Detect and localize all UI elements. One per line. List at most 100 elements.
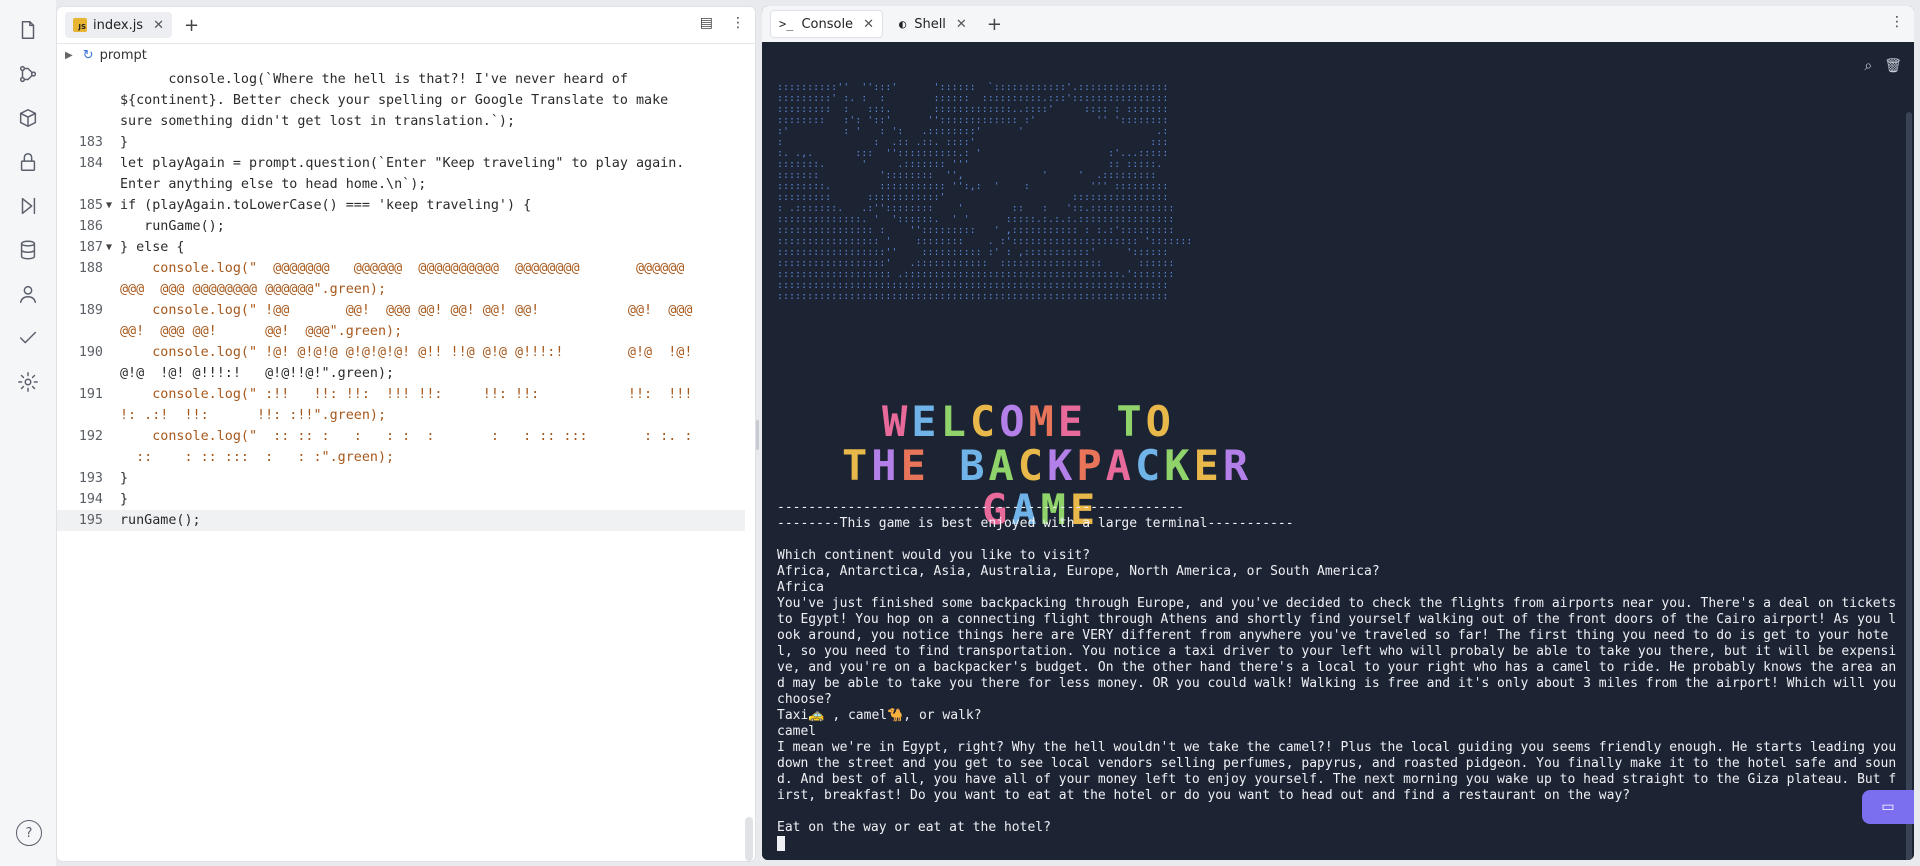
- code-line[interactable]: 186 runGame();: [57, 216, 745, 237]
- code-line[interactable]: 190 console.log(" !@! @!@!@ @!@!@!@! @!!…: [57, 342, 745, 363]
- code-text: ${continent}. Better check your spelling…: [120, 93, 669, 108]
- search-icon[interactable]: ⌕: [1864, 58, 1872, 74]
- help-button[interactable]: ?: [16, 820, 42, 846]
- code-line[interactable]: 185 ▼ if (playAgain.toLowerCase() === 'kee…: [57, 195, 745, 216]
- editor-tabbar: JS index.js ✕ + ▤ ⋮: [57, 7, 755, 44]
- code-line[interactable]: 187 ▼ } else {: [57, 237, 745, 258]
- shell-icon: ◐: [898, 17, 907, 31]
- code-text: console.log(" :!! !!: !!: !!! !!: !!: !!…: [120, 387, 693, 402]
- code-text: :: : :: ::: : : :".green);: [120, 450, 395, 465]
- lock-icon[interactable]: [16, 150, 40, 174]
- code-text: @@@ @@@ @@@@@@@@ @@@@@@".green);: [120, 282, 387, 297]
- run-icon[interactable]: [16, 194, 40, 218]
- code-text: runGame();: [120, 513, 201, 528]
- line-number: 187: [78, 240, 103, 255]
- breadcrumb[interactable]: ▶ ↻ prompt: [57, 44, 755, 66]
- fold-toggle[interactable]: ▼: [106, 195, 112, 216]
- settings-icon[interactable]: [16, 370, 40, 394]
- banner-line: WELCOME TO: [882, 397, 1175, 446]
- close-icon[interactable]: ✕: [863, 17, 874, 32]
- code-text: runGame();: [120, 219, 225, 234]
- code-line[interactable]: ${continent}. Better check your spelling…: [57, 90, 745, 111]
- line-number: 186: [78, 219, 103, 234]
- code-line[interactable]: :: : :: ::: : : :".green);: [57, 447, 745, 468]
- terminal-output[interactable]: ⌕ 🗑 ::::::::::'' '':::' ':::::: `:::::::…: [762, 42, 1914, 860]
- terminal-line: Taxi🚕 , camel🐪, or walk?: [777, 708, 982, 723]
- line-number: 185: [78, 198, 103, 213]
- code-line[interactable]: 191 console.log(" :!! !!: !!: !!! !!: !!…: [57, 384, 745, 405]
- line-number: 194: [78, 492, 103, 507]
- left-sidebar: ?: [0, 0, 56, 866]
- editor-scrollbar[interactable]: [745, 817, 753, 861]
- line-number: 190: [78, 345, 103, 360]
- code-text: console.log(" !@@ @@! @@@ @@! @@! @@! @@…: [120, 303, 693, 318]
- line-number: 192: [78, 429, 103, 444]
- line-number: 195: [78, 513, 103, 528]
- code-text: console.log(" !@! @!@!@ @!@!@!@! @!! !!@…: [120, 345, 693, 360]
- code-line[interactable]: Enter anything else to head home.\n`);: [57, 174, 745, 195]
- terminal-text: ----------------------------------------…: [777, 500, 1897, 853]
- code-line[interactable]: 194}: [57, 489, 745, 510]
- code-line[interactable]: 193}: [57, 468, 745, 489]
- code-line[interactable]: @!@ !@! @!!!:! @!@!!@!".green);: [57, 363, 745, 384]
- code-line[interactable]: console.log(`Where the hell is that?! I'…: [57, 69, 745, 90]
- breadcrumb-label: prompt: [99, 47, 147, 63]
- code-line[interactable]: !: .:! !!: !!: :!!".green);: [57, 405, 745, 426]
- tab-shell[interactable]: ◐ Shell ✕: [891, 11, 975, 37]
- code-line[interactable]: sure something didn't get lost in transl…: [57, 111, 745, 132]
- database-icon[interactable]: [16, 238, 40, 262]
- code-line[interactable]: 184 let playAgain = prompt.question(`Ente…: [57, 153, 745, 174]
- pane-resize-handle[interactable]: [756, 420, 759, 450]
- tab-index-js[interactable]: JS index.js ✕: [65, 12, 172, 38]
- code-text: Enter anything else to head home.\n`);: [120, 177, 427, 192]
- chat-icon[interactable]: ▭: [1862, 790, 1914, 824]
- more-options-icon[interactable]: ⋮: [731, 15, 745, 31]
- code-line[interactable]: @@! @@@ @@! @@! @@@".green);: [57, 321, 745, 342]
- editor-pane: JS index.js ✕ + ▤ ⋮ ▶ ↻ prompt console.l…: [56, 6, 756, 862]
- file-icon[interactable]: [16, 18, 40, 42]
- code-text: !: .:! !!: !!: :!!".green);: [120, 408, 387, 423]
- code-line[interactable]: 192 console.log(" :: :: : : : : : : : ::…: [57, 426, 745, 447]
- close-icon[interactable]: ✕: [956, 17, 967, 32]
- terminal-icon: >_: [779, 17, 794, 31]
- tab-label: index.js: [93, 17, 144, 33]
- code-text: console.log(" :: :: : : : : : : : :: :::…: [120, 429, 693, 444]
- fold-toggle[interactable]: ▼: [106, 237, 112, 258]
- line-number: 188: [78, 261, 103, 276]
- close-icon[interactable]: ✕: [153, 18, 164, 33]
- terminal-line: camel: [777, 724, 817, 739]
- line-number: 184: [78, 156, 103, 171]
- js-file-icon: JS: [73, 18, 87, 32]
- git-branch-icon[interactable]: [16, 62, 40, 86]
- new-tab-button[interactable]: +: [184, 15, 199, 36]
- code-editor[interactable]: console.log(`Where the hell is that?! I'…: [57, 69, 745, 861]
- line-number: 191: [78, 387, 103, 402]
- code-line[interactable]: 188 console.log(" @@@@@@@ @@@@@@ @@@@@@@…: [57, 258, 745, 279]
- code-line[interactable]: 195 runGame();: [57, 510, 745, 531]
- check-icon[interactable]: [16, 326, 40, 350]
- cube-icon[interactable]: [16, 106, 40, 130]
- code-line[interactable]: 189 console.log(" !@@ @@! @@@ @@! @@! @@…: [57, 300, 745, 321]
- tab-label: Shell: [914, 16, 946, 32]
- format-icon[interactable]: ▤: [700, 15, 713, 31]
- code-text: console.log(" @@@@@@@ @@@@@@ @@@@@@@@@@ …: [120, 261, 685, 276]
- tab-label: Console: [801, 16, 854, 32]
- new-tab-button[interactable]: +: [987, 14, 1002, 35]
- line-number: 189: [78, 303, 103, 318]
- clear-icon[interactable]: 🗑: [1884, 58, 1902, 74]
- code-line[interactable]: @@@ @@@ @@@@@@@@ @@@@@@".green);: [57, 279, 745, 300]
- chevron-right-icon[interactable]: ▶: [65, 50, 73, 61]
- code-text: } else {: [120, 240, 185, 255]
- console-tabbar: >_ Console ✕ ◐ Shell ✕ + ⋮: [762, 6, 1914, 43]
- more-options-icon[interactable]: ⋮: [1890, 14, 1904, 30]
- terminal-line: ----------------------------------------…: [777, 500, 1184, 515]
- code-line[interactable]: 183}: [57, 132, 745, 153]
- tab-console[interactable]: >_ Console ✕: [770, 10, 883, 38]
- code-text: console.log(`Where the hell is that?! I'…: [120, 72, 628, 87]
- terminal-scrollbar[interactable]: [1906, 112, 1912, 860]
- user-icon[interactable]: [16, 282, 40, 306]
- terminal-line: Eat on the way or eat at the hotel?: [777, 820, 1051, 835]
- terminal-line: --------This game is best enjoyed with a…: [777, 516, 1294, 531]
- code-text: sure something didn't get lost in transl…: [120, 114, 516, 129]
